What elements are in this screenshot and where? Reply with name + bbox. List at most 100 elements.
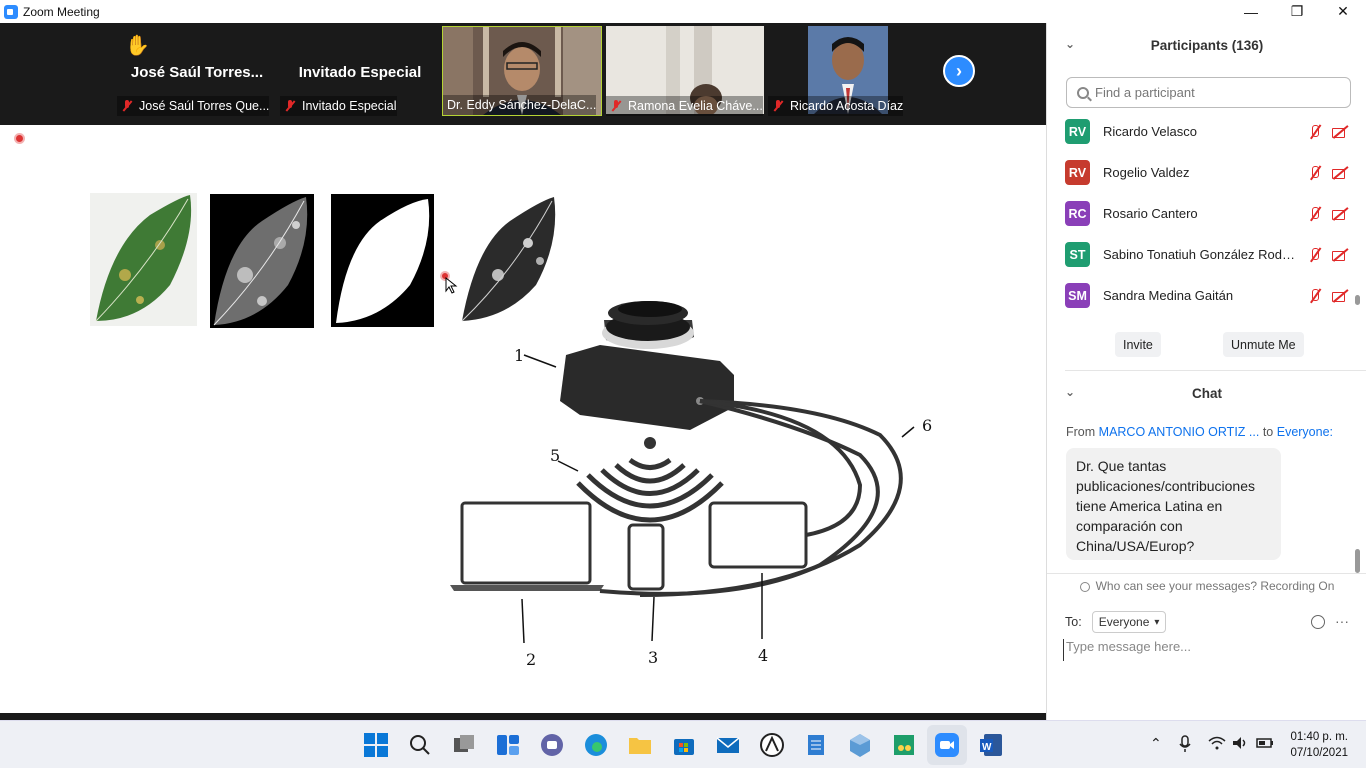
figure-label: 1 <box>514 346 524 365</box>
windows-start-icon[interactable] <box>363 732 389 758</box>
who-can-see-messages-link[interactable]: Who can see your messages? Recording On <box>1047 579 1366 593</box>
title-bar: Zoom Meeting — ❐ ✕ <box>0 0 1366 23</box>
chat-message-bubble: Dr. Que tantas publicaciones/contribucio… <box>1066 448 1281 560</box>
microsoft-store-icon[interactable] <box>671 732 697 758</box>
participant-row[interactable]: RC Rosario Cantero <box>1047 193 1357 234</box>
participant-row[interactable]: RV Ricardo Velasco <box>1047 111 1357 152</box>
search-icon[interactable] <box>407 732 433 758</box>
chat-message-input[interactable]: Type message here... <box>1063 639 1353 661</box>
mic-muted-icon <box>610 100 622 112</box>
tile-label: José Saúl Torres Que... <box>117 96 270 116</box>
widgets-icon[interactable] <box>495 732 521 758</box>
video-tile[interactable]: Invitado Especial Invitado Especial <box>280 26 440 116</box>
panel-divider <box>1047 573 1366 574</box>
figure-label: 5 <box>550 446 560 465</box>
mic-muted-icon <box>121 100 133 112</box>
shared-figure: 1 2 3 4 5 6 <box>90 193 932 669</box>
task-view-icon[interactable] <box>451 732 477 758</box>
mic-muted-icon[interactable] <box>1307 165 1323 181</box>
participant-name: Rogelio Valdez <box>1103 165 1190 180</box>
word-icon[interactable]: W <box>978 732 1004 758</box>
mic-muted-icon[interactable] <box>1307 288 1323 304</box>
chat-recipient-row: To: Everyone ▾ <box>1065 611 1167 633</box>
avatar: RV <box>1065 160 1090 185</box>
mic-muted-icon[interactable] <box>1307 206 1323 222</box>
microphone-icon[interactable] <box>1178 735 1192 756</box>
mic-muted-icon[interactable] <box>1307 247 1323 263</box>
figure-label: 2 <box>526 650 536 669</box>
3d-viewer-icon[interactable] <box>847 732 873 758</box>
side-panel: ⌄ Participants (136) Find a participant … <box>1046 23 1366 720</box>
wireless-waves <box>576 437 724 523</box>
recipient-dropdown[interactable]: Everyone ▾ <box>1091 611 1167 633</box>
snipping-tool-icon[interactable] <box>891 732 917 758</box>
participants-header: ⌄ Participants (136) <box>1065 37 1264 53</box>
svg-text:W: W <box>982 742 992 753</box>
participant-name: Ricardo Velasco <box>1103 124 1197 139</box>
next-page-button[interactable]: › <box>943 55 975 87</box>
avatar: RC <box>1065 201 1090 226</box>
camera-device <box>560 301 734 430</box>
chat-teams-icon[interactable] <box>539 732 565 758</box>
participant-search-input[interactable]: Find a participant <box>1066 77 1351 108</box>
video-off-icon[interactable] <box>1331 165 1349 181</box>
mail-icon[interactable] <box>715 732 741 758</box>
minimize-button[interactable]: — <box>1228 0 1274 23</box>
video-tile[interactable]: Ramona Evelia Cháve... <box>606 26 766 116</box>
emoji-icon[interactable] <box>1311 615 1325 629</box>
avatar: SM <box>1065 283 1090 308</box>
chevron-down-icon: ▾ <box>1154 616 1160 628</box>
tile-display-name: José Saúl Torres... <box>130 64 264 81</box>
edge-browser-icon[interactable] <box>583 732 609 758</box>
zoom-taskbar-icon[interactable] <box>934 732 960 758</box>
participants-scrollbar[interactable] <box>1355 295 1360 305</box>
participant-name: Sandra Medina Gaitán <box>1103 288 1234 303</box>
app-icon[interactable] <box>759 732 785 758</box>
video-tile[interactable]: Ricardo Acosta Díaz <box>768 26 928 116</box>
participant-list: RV Ricardo Velasco RV Rogelio Valdez RC … <box>1047 111 1366 321</box>
video-off-icon[interactable] <box>1331 206 1349 222</box>
participant-name: Sabino Tonatiuh González Rodrí... <box>1103 247 1298 262</box>
participant-row[interactable]: ST Sabino Tonatiuh González Rodrí... <box>1047 234 1357 275</box>
tablet-device <box>708 501 808 569</box>
video-off-icon[interactable] <box>1331 247 1349 263</box>
mic-muted-icon[interactable] <box>1307 124 1323 140</box>
window-title: Zoom Meeting <box>23 4 100 19</box>
close-button[interactable]: ✕ <box>1320 0 1366 23</box>
chat-scrollbar[interactable] <box>1355 549 1360 573</box>
invite-button[interactable]: Invite <box>1115 332 1161 357</box>
chevron-down-icon[interactable]: ⌄ <box>1065 385 1077 399</box>
people-icon <box>1079 581 1090 592</box>
file-explorer-icon[interactable] <box>627 732 653 758</box>
volume-icon[interactable] <box>1231 735 1249 754</box>
chat-message-sender: From MARCO ANTONIO ORTIZ ... to Everyone… <box>1066 425 1334 439</box>
participant-row[interactable]: SM Sandra Medina Gaitán <box>1047 275 1357 316</box>
sender-name[interactable]: MARCO ANTONIO ORTIZ ... <box>1099 425 1260 439</box>
video-off-icon[interactable] <box>1331 124 1349 140</box>
wifi-icon[interactable] <box>1208 735 1226 754</box>
mic-muted-icon <box>772 100 784 112</box>
tile-label: Ramona Evelia Cháve... <box>606 96 763 116</box>
figure-label: 4 <box>758 646 768 665</box>
figure-label: 3 <box>648 648 658 667</box>
more-options-icon[interactable]: ··· <box>1335 613 1349 629</box>
restore-button[interactable]: ❐ <box>1274 0 1320 23</box>
mic-muted-icon <box>284 100 296 112</box>
tile-label: Dr. Eddy Sánchez-DelaC... <box>443 95 597 115</box>
participant-row[interactable]: RV Rogelio Valdez <box>1047 152 1357 193</box>
unmute-me-button[interactable]: Unmute Me <box>1223 332 1304 357</box>
chat-header: ⌄ Chat <box>1065 385 1222 401</box>
video-off-icon[interactable] <box>1331 288 1349 304</box>
meeting-bottom-bar <box>0 713 1046 720</box>
avatar: RV <box>1065 119 1090 144</box>
battery-icon[interactable] <box>1256 735 1274 754</box>
chevron-up-icon[interactable]: ⌃ <box>1150 735 1162 752</box>
chevron-down-icon[interactable]: ⌄ <box>1065 37 1077 51</box>
notepad-icon[interactable] <box>803 732 829 758</box>
search-icon <box>1077 86 1089 99</box>
tile-label: Ricardo Acosta Díaz <box>768 96 904 116</box>
figure-label: 6 <box>922 416 932 435</box>
system-clock[interactable]: 01:40 p. m. 07/10/2021 <box>1290 729 1348 761</box>
video-tile[interactable]: ✋ José Saúl Torres... José Saúl Torres Q… <box>117 26 277 116</box>
video-tile-active-speaker[interactable]: Dr. Eddy Sánchez-DelaC... <box>442 26 602 116</box>
